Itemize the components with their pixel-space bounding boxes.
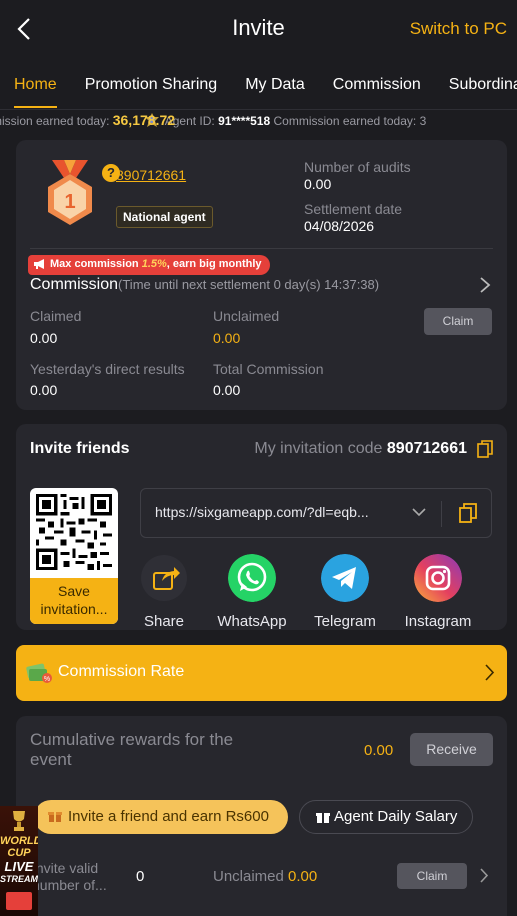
banner-line-3: LIVE	[4, 859, 34, 874]
tab-promotion-sharing[interactable]: Promotion Sharing	[71, 58, 232, 109]
cumulative-rewards-label: Cumulative rewards for the event	[30, 730, 234, 769]
share-label: Share	[143, 613, 185, 630]
money-icon: %	[26, 663, 52, 683]
chevron-right-icon[interactable]	[479, 276, 491, 294]
telegram-label: Telegram	[314, 613, 376, 630]
marquee-label: mission earned today:	[0, 114, 113, 128]
tab-home[interactable]: Home	[0, 58, 71, 109]
event-rewards-card: Cumulative rewards for the event 0.00 Re…	[16, 716, 507, 916]
chevron-down-icon[interactable]	[411, 506, 427, 518]
invitation-code-value: 890712661	[386, 440, 467, 457]
marquee-value: 36,178.72	[112, 112, 176, 128]
invite-valid-value: 0	[136, 868, 145, 885]
commission-title[interactable]: Commission(Time until next settlement 0 …	[30, 276, 379, 294]
receive-button[interactable]: Receive	[410, 733, 493, 766]
whatsapp-icon	[228, 554, 276, 602]
invite-valid-label: Invite valid number of...	[32, 860, 107, 893]
save-invitation-button[interactable]: Save invitation...	[30, 578, 118, 624]
invite-friends-card: Invite friends My invitation code 890712…	[16, 424, 507, 630]
marquee-agent-id: 91****518	[218, 114, 271, 128]
settlement-label: Settlement date	[304, 201, 403, 217]
copy-link-icon[interactable]	[459, 503, 477, 523]
divider	[30, 248, 493, 249]
earnings-marquee: mission earned today: 36,178.72 Agent ID…	[0, 110, 517, 130]
invitation-code-label: My invitation code	[254, 440, 387, 457]
yesterday-label: Yesterday's direct results	[30, 361, 185, 377]
unclaimed-value: 0.00	[213, 330, 241, 346]
claimed-value: 0.00	[30, 330, 58, 346]
chevron-right-icon[interactable]	[480, 868, 489, 883]
switch-to-pc-link[interactable]: Switch to PC	[410, 19, 507, 39]
total-commission-label: Total Commission	[213, 361, 324, 377]
instagram-label: Instagram	[404, 613, 472, 630]
invite-friend-pill[interactable]: Invite a friend and earn Rs600	[34, 800, 288, 834]
event-unclaimed-value: 0.00	[288, 868, 318, 885]
whatsapp-button[interactable]: WhatsApp	[212, 554, 292, 630]
copy-icon[interactable]	[477, 440, 493, 458]
agent-commission-card: 1 ? 890712661 National agent Number of a…	[16, 140, 507, 410]
svg-text:%: %	[44, 676, 50, 683]
qr-code	[36, 494, 112, 570]
event-claim-button[interactable]: Claim	[397, 863, 467, 889]
banner-line-4: STREAM	[0, 874, 38, 884]
tab-commission[interactable]: Commission	[319, 58, 435, 109]
chevron-right-icon	[485, 664, 495, 681]
whatsapp-label: WhatsApp	[217, 613, 287, 630]
top-bar: Invite Switch to PC	[0, 0, 517, 58]
audits-value: 0.00	[304, 176, 332, 192]
event-unclaimed: Unclaimed 0.00	[213, 868, 317, 885]
invite-title: Invite friends	[30, 440, 130, 457]
invite-friend-label: Invite a friend and earn Rs600	[68, 808, 269, 825]
total-commission-value: 0.00	[213, 382, 241, 398]
invitation-code: My invitation code 890712661	[254, 440, 467, 458]
instagram-icon	[414, 554, 462, 602]
gift-icon	[316, 813, 330, 823]
promo-percent: 1.5%	[141, 258, 167, 270]
agent-daily-salary-pill[interactable]: Agent Daily Salary	[299, 800, 473, 834]
promo-prefix: Max commission	[50, 258, 142, 270]
banner-line-2: CUP	[7, 847, 31, 859]
agent-daily-salary-label: Agent Daily Salary	[334, 808, 458, 825]
claim-button[interactable]: Claim	[424, 308, 492, 335]
max-commission-badge: Max commission 1.5%, earn big monthly	[28, 255, 270, 275]
share-button[interactable]: Share	[124, 554, 204, 630]
megaphone-icon	[34, 259, 44, 269]
claimed-label: Claimed	[30, 308, 82, 324]
link-divider	[441, 501, 442, 527]
tab-subordinate[interactable]: Subordinate	[435, 58, 517, 109]
cumulative-rewards-value: 0.00	[364, 742, 394, 759]
commission-rate-button[interactable]: % Commission Rate	[16, 645, 507, 701]
medal-level: 1	[64, 191, 75, 213]
event-unclaimed-label: Unclaimed	[213, 868, 289, 885]
banner-badge	[6, 892, 32, 910]
telegram-icon	[321, 554, 369, 602]
telegram-button[interactable]: Telegram	[305, 554, 385, 630]
banner-line-1: WORLD	[0, 835, 38, 847]
instagram-button[interactable]: Instagram	[398, 554, 478, 630]
commission-title-text: Commission	[30, 276, 119, 293]
settlement-countdown: (Time until next settlement 0 day(s) 14:…	[118, 277, 380, 292]
invite-link-field[interactable]: https://sixgameapp.com/?dl=eqb...	[140, 488, 492, 538]
tab-my-data[interactable]: My Data	[231, 58, 319, 109]
audits-label: Number of audits	[304, 159, 411, 175]
promo-suffix: , earn big monthly	[166, 258, 262, 270]
unclaimed-label: Unclaimed	[213, 308, 280, 324]
settlement-value: 04/08/2026	[304, 218, 375, 234]
trophy-icon	[13, 811, 25, 831]
qr-code-card[interactable]: Save invitation...	[30, 488, 118, 624]
gift-icon	[48, 812, 62, 822]
marquee-label-2: Commission earned today: 3	[270, 114, 427, 128]
yesterday-value: 0.00	[30, 382, 58, 398]
share-icon	[141, 555, 187, 601]
invite-link-text: https://sixgameapp.com/?dl=eqb...	[155, 504, 369, 520]
tab-bar: Home Promotion Sharing My Data Commissio…	[0, 58, 517, 110]
medal-icon: 1	[48, 160, 92, 225]
commission-rate-label: Commission Rate	[58, 663, 185, 680]
world-cup-live-banner[interactable]: WORLD CUP LIVE STREAM	[0, 806, 38, 916]
agent-level-tag: National agent	[116, 206, 213, 228]
agent-id-link[interactable]: 890712661	[116, 167, 186, 183]
